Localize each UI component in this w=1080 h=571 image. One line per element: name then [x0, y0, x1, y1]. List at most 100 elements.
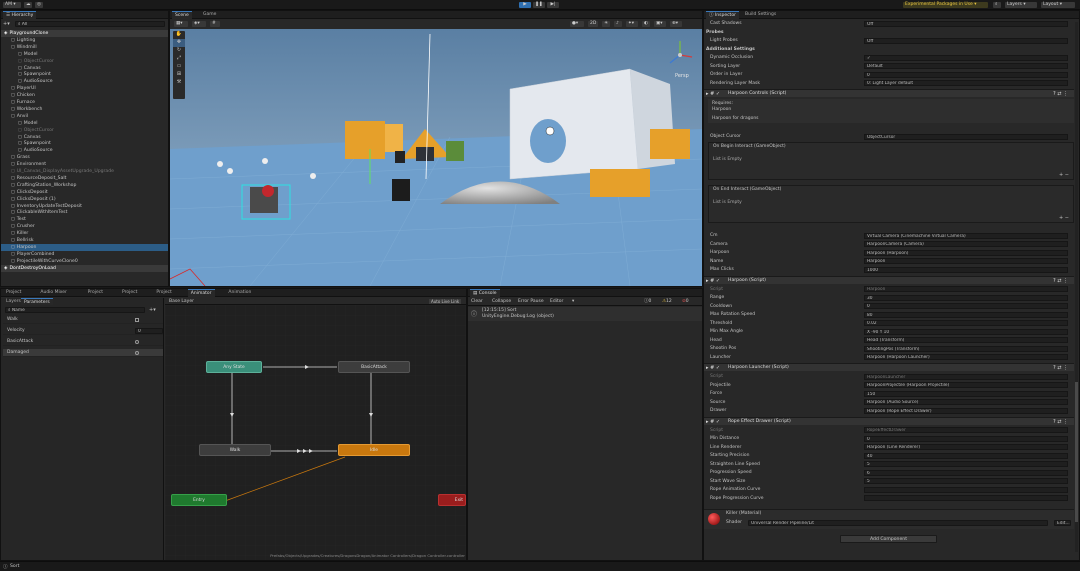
parameter-row[interactable]: BasicAttack [3, 338, 163, 346]
hierarchy-item-label: ObjectCursor [23, 127, 54, 133]
orange-block [345, 121, 385, 159]
hierarchy-item-label: PlayerUI [16, 86, 36, 92]
draw-mode-dropdown[interactable]: ▦▾ [174, 21, 188, 27]
tab-inspector[interactable]: ⓘ Inspector [706, 11, 739, 19]
gizmo-pivot-dropdown[interactable]: ◈▾ [192, 21, 206, 27]
gameobject-icon: ◻ [18, 127, 22, 133]
rotate-tool-icon[interactable]: ↻ [173, 47, 185, 55]
cloud-icon[interactable]: ☁ [24, 2, 32, 8]
exit-node[interactable]: Exit [438, 494, 466, 506]
hierarchy-item[interactable]: ◈ DontDestroyOnLoad [1, 264, 168, 272]
tab-animation[interactable]: Animation [225, 289, 254, 297]
hierarchy-item-label: ResourceDeposit_Salt [16, 175, 67, 181]
gameobject-icon: ◻ [18, 141, 22, 147]
tab-console[interactable]: ▤ Console [470, 289, 500, 297]
audio-icon[interactable]: ♪ [614, 21, 622, 27]
hierarchy-item-label: Crusher [16, 224, 35, 230]
auto-live-link-toggle[interactable]: Auto Live Link [429, 299, 462, 304]
pause-button[interactable]: ❚❚ [533, 2, 545, 8]
info-count[interactable]: ⓘ0 [644, 298, 651, 306]
walk-node[interactable]: Walk [199, 444, 271, 456]
tab-project[interactable]: Project [153, 289, 174, 297]
warning-count[interactable]: ⚠12 [662, 298, 672, 306]
lighting-icon[interactable]: ☀ [602, 21, 610, 27]
entry-node[interactable]: Entry [171, 494, 227, 506]
add-icon[interactable]: +▾ [3, 21, 10, 27]
hand-tool-icon[interactable]: ✋ [173, 31, 185, 39]
custom-tool-icon[interactable]: ⚒ [173, 79, 185, 87]
search-icon[interactable]: ⌕ [993, 2, 1001, 8]
add-component-button[interactable]: Add Component [840, 535, 937, 543]
add-parameter-button[interactable]: +▾ [149, 307, 156, 313]
tab-parameters[interactable]: Parameters [21, 298, 53, 305]
basic-attack-node[interactable]: BasicAttack [338, 361, 410, 373]
gameobject-icon: ◻ [18, 58, 22, 64]
hierarchy-search-input[interactable]: ⌕ All [15, 21, 165, 27]
grid-icon[interactable]: # [210, 21, 220, 27]
gameobject-icon: ◻ [18, 72, 22, 78]
2d-toggle[interactable]: 2D [588, 21, 598, 27]
parameter-float-input[interactable]: 0 [135, 328, 163, 334]
tab-audio-mixer[interactable]: Audio Mixer [37, 289, 70, 297]
move-tool-icon[interactable]: ✥ [173, 39, 185, 47]
build-settings-tab-label: Build Settings [745, 12, 777, 17]
scene-viewport[interactable]: Persp [170, 29, 702, 286]
tab-build-settings[interactable]: Build Settings [742, 11, 779, 19]
inspector-tabbar: ⓘ Inspector Build Settings [704, 11, 1079, 19]
inspector-scrollbar[interactable] [1075, 22, 1078, 552]
parameter-trigger[interactable] [135, 340, 139, 344]
parameter-trigger[interactable] [135, 351, 139, 355]
editor-dropdown[interactable]: Editor [550, 298, 563, 306]
tab-project[interactable]: Project [85, 289, 106, 297]
step-button[interactable]: ▶| [547, 2, 559, 8]
tab-project[interactable]: Project [3, 289, 24, 297]
account-label: AM [5, 2, 12, 7]
transform-tool-icon[interactable]: ⊞ [173, 71, 185, 79]
rect-tool-icon[interactable]: ▭ [173, 63, 185, 71]
effects-dropdown[interactable]: ✦▾ [626, 21, 638, 27]
parameter-row[interactable]: Velocity 0 [3, 327, 163, 335]
hidden-objects-icon[interactable]: ◐ [642, 21, 650, 27]
tab-game[interactable]: Game [200, 11, 219, 19]
hierarchy-item-label: Lighting [16, 37, 36, 43]
tab-project[interactable]: Project [119, 289, 140, 297]
layout-dropdown[interactable]: Layout ▾ [1041, 2, 1075, 8]
account-button[interactable]: AM ▾ [3, 2, 21, 8]
parameter-row[interactable]: Damaged [3, 349, 163, 357]
scale-tool-icon[interactable]: ⤢ [173, 55, 185, 63]
error-count[interactable]: ⊘0 [682, 298, 689, 306]
editor-chevron-icon: ▾ [572, 299, 575, 304]
tab-hierarchy[interactable]: ☰ Hierarchy [3, 11, 37, 19]
error-count-label: 0 [685, 299, 689, 304]
params-search-input[interactable]: ⌕ Name [5, 307, 145, 313]
animator-graph[interactable]: Base Layer Auto Live Link Any State Basi… [165, 298, 466, 560]
error-pause-toggle[interactable]: Error Pause [518, 298, 544, 306]
basic-attack-label: BasicAttack [361, 365, 387, 370]
hierarchy-item-label: Test [16, 217, 26, 223]
any-state-node[interactable]: Any State [206, 361, 262, 373]
console-log-entry[interactable]: ⓘ [12:15:15] Sort UnityEngine.Debug:Log … [468, 307, 702, 321]
base-layer-breadcrumb[interactable]: Base Layer [169, 298, 194, 305]
gameobject-icon: ◻ [11, 93, 15, 99]
gameobject-icon: ◻ [11, 238, 15, 243]
gameobject-icon: ◻ [11, 162, 15, 168]
play-button[interactable]: ▶ [519, 2, 531, 8]
collapse-toggle[interactable]: Collapse [492, 298, 511, 306]
idle-node[interactable]: Idle [338, 444, 410, 456]
tab-animator[interactable]: Animator [187, 289, 215, 297]
layers-dropdown[interactable]: Layers ▾ [1005, 2, 1037, 8]
experimental-packages-button[interactable]: Experimental Packages in Use ▾ [903, 2, 988, 8]
camera-icon[interactable]: ▣▾ [654, 21, 666, 27]
gizmos-dropdown[interactable]: ⊕▾ [670, 21, 682, 27]
parameter-checkbox[interactable] [135, 318, 139, 322]
tab-scene[interactable]: Scene [172, 11, 192, 19]
hierarchy-item-label: ClicksDeposit [16, 189, 48, 195]
clear-button[interactable]: Clear [471, 298, 483, 306]
scene-tabbar: Scene Game [170, 11, 702, 19]
shading-dropdown[interactable]: ●▾ [570, 21, 584, 27]
collab-icon[interactable]: ◎ [35, 2, 43, 8]
hierarchy-item-label: Model [23, 120, 38, 126]
gameobject-icon: ◻ [11, 258, 15, 264]
scrollbar-thumb[interactable] [1075, 382, 1078, 522]
parameter-row[interactable]: Walk [3, 316, 163, 324]
